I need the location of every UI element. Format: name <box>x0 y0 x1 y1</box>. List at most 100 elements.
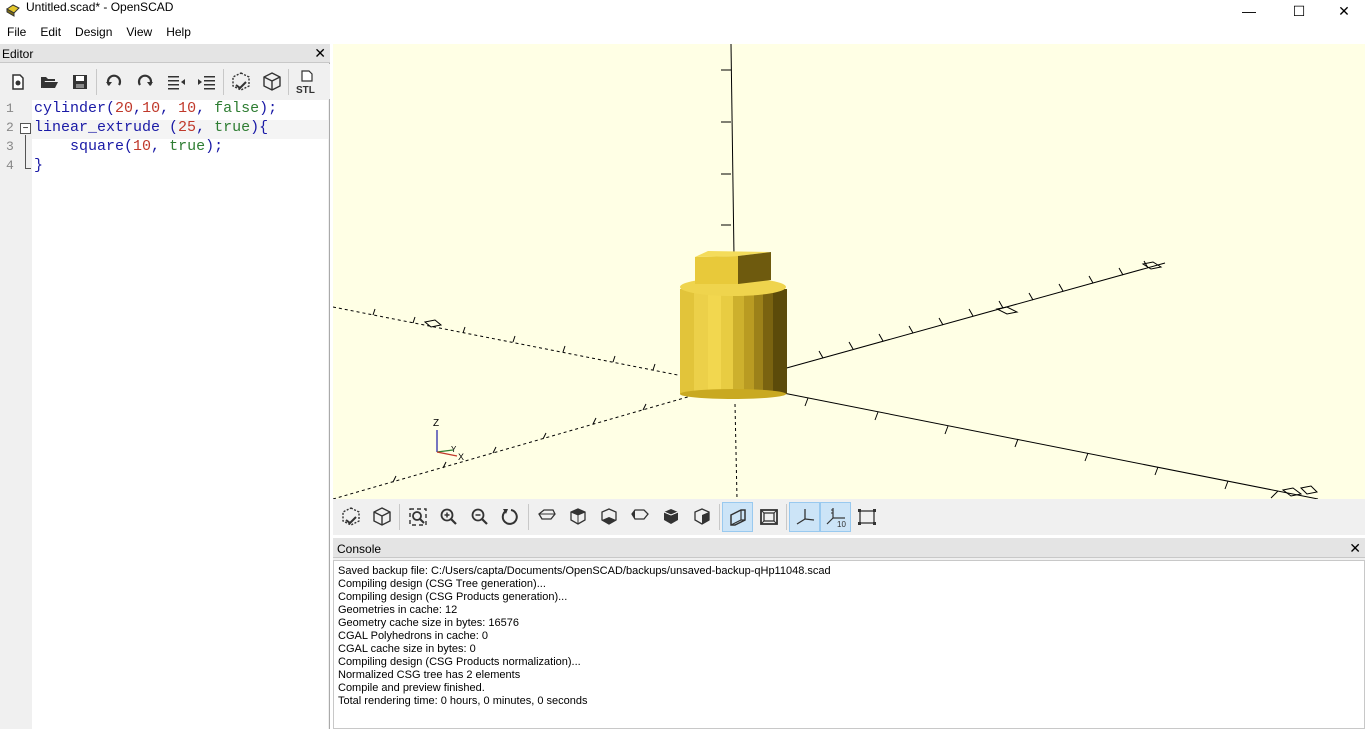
view-all-button[interactable] <box>402 502 433 532</box>
menu-help[interactable]: Help <box>159 22 198 43</box>
view-top-button[interactable] <box>562 502 593 532</box>
console-title: Console <box>337 542 382 556</box>
line-number-gutter <box>0 100 32 729</box>
z-axis-ticks <box>721 69 731 226</box>
show-edges-button[interactable] <box>851 502 882 532</box>
console-line: CGAL cache size in bytes: 0 <box>338 643 476 655</box>
view-all-icon <box>408 508 427 526</box>
z-axis <box>730 44 735 257</box>
scene-canvas: Z Y X <box>333 44 1319 499</box>
code-token: ( <box>169 119 179 136</box>
console-line: CGAL Polyhedrons in cache: 0 <box>338 630 489 642</box>
indent-icon <box>197 75 215 89</box>
code-editor[interactable]: 1 2 3 4 − cylinder(20,10, 10, false); lin… <box>0 100 328 729</box>
view-back-button[interactable] <box>686 502 717 532</box>
x-axis-negative-ticks <box>372 308 656 371</box>
preview-button[interactable] <box>335 502 366 532</box>
editor-header: Editor ✕ <box>0 44 330 63</box>
line-number: 3 <box>6 139 14 154</box>
console-output[interactable]: Saved backup file: C:/Users/capta/Docume… <box>333 560 1365 729</box>
menu-view[interactable]: View <box>119 22 159 43</box>
zoom-in-icon <box>440 508 457 525</box>
menu-bar: File Edit Design View Help <box>0 22 1365 43</box>
window-title: Untitled.scad* - OpenSCAD <box>26 0 174 14</box>
menu-design[interactable]: Design <box>68 22 119 43</box>
code-line[interactable]: square(10, true); <box>34 138 223 155</box>
view-front-button[interactable] <box>655 502 686 532</box>
toolbar-separator <box>528 504 529 530</box>
indent-button[interactable] <box>191 67 222 97</box>
unindent-icon <box>167 75 185 89</box>
menu-file[interactable]: File <box>0 22 33 43</box>
zoom-out-button[interactable] <box>464 502 495 532</box>
console-line: Compiling design (CSG Products generatio… <box>338 591 568 603</box>
editor-panel: Editor ✕ STL 1 2 3 4 − cylinder(20,10, 1… <box>0 44 330 729</box>
y-axis <box>782 262 1166 370</box>
code-line[interactable]: } <box>34 157 43 174</box>
x-axis-negative <box>333 306 699 380</box>
save-button[interactable] <box>64 67 95 97</box>
preview-button[interactable] <box>225 67 256 97</box>
show-scale-markers-button[interactable]: 10 <box>820 502 851 532</box>
undo-icon <box>105 74 121 86</box>
console-header: Console ✕ <box>333 538 1365 558</box>
cylinder-model <box>680 278 787 399</box>
show-axes-button[interactable] <box>789 502 820 532</box>
x-axis <box>762 388 1319 499</box>
view-right-button[interactable] <box>531 502 562 532</box>
zoom-in-button[interactable] <box>433 502 464 532</box>
console-line: Geometry cache size in bytes: 16576 <box>338 617 519 629</box>
code-token: , <box>133 100 143 117</box>
render-button[interactable] <box>256 67 287 97</box>
toolbar-separator <box>288 68 289 95</box>
x-axis-end-marker <box>1281 485 1319 497</box>
3d-viewport[interactable]: Z Y X <box>333 44 1365 499</box>
axis-label-x: X <box>458 452 464 462</box>
console-panel: Console ✕ Saved backup file: C:/Users/ca… <box>333 538 1365 729</box>
code-token: 25 <box>178 119 197 136</box>
menu-edit[interactable]: Edit <box>33 22 68 43</box>
y-axis-ticks <box>818 260 1149 359</box>
show-scale-markers-icon: 10 <box>826 508 846 528</box>
reset-view-button[interactable] <box>495 502 526 532</box>
line-number: 1 <box>6 101 14 116</box>
view-bottom-icon <box>600 508 617 525</box>
view-bottom-button[interactable] <box>593 502 624 532</box>
view-left-button[interactable] <box>624 502 655 532</box>
toolbar-separator <box>719 504 720 530</box>
view-front-icon <box>663 509 678 524</box>
code-token: , <box>196 100 215 117</box>
fold-toggle[interactable]: − <box>20 123 31 134</box>
perspective-button[interactable] <box>722 502 753 532</box>
console-line: Geometries in cache: 12 <box>338 604 458 616</box>
editor-close-button[interactable]: ✕ <box>314 44 326 62</box>
code-token: false <box>214 100 260 117</box>
x-axis-ticks <box>804 397 1279 499</box>
unindent-button[interactable] <box>160 67 191 97</box>
console-line: Compiling design (CSG Products normaliza… <box>338 656 581 668</box>
console-close-button[interactable]: ✕ <box>1349 539 1361 557</box>
code-token: ( <box>106 100 116 117</box>
export-stl-button[interactable]: STL <box>290 67 321 97</box>
close-window-button[interactable]: ✕ <box>1321 0 1365 22</box>
orthogonal-button[interactable] <box>753 502 784 532</box>
code-line[interactable]: linear_extrude (25, true){ <box>34 119 268 136</box>
redo-button[interactable] <box>129 67 160 97</box>
show-axes-icon <box>796 509 814 525</box>
code-token: , <box>196 119 215 136</box>
axis-label-z: Z <box>433 418 439 429</box>
code-token: true <box>169 138 206 155</box>
open-file-icon <box>40 76 58 88</box>
editor-toolbar: STL <box>0 64 330 99</box>
open-file-button[interactable] <box>33 67 64 97</box>
code-line[interactable]: cylinder(20,10, 10, false); <box>34 100 277 117</box>
toolbar-separator <box>399 504 400 530</box>
minimize-button[interactable]: — <box>1226 0 1272 22</box>
reset-view-icon <box>501 509 518 525</box>
render-button[interactable] <box>366 502 397 532</box>
svg-text:STL: STL <box>296 85 315 95</box>
code-token: , <box>160 100 179 117</box>
new-file-button[interactable] <box>2 67 33 97</box>
maximize-button[interactable]: ☐ <box>1276 0 1322 22</box>
undo-button[interactable] <box>98 67 129 97</box>
